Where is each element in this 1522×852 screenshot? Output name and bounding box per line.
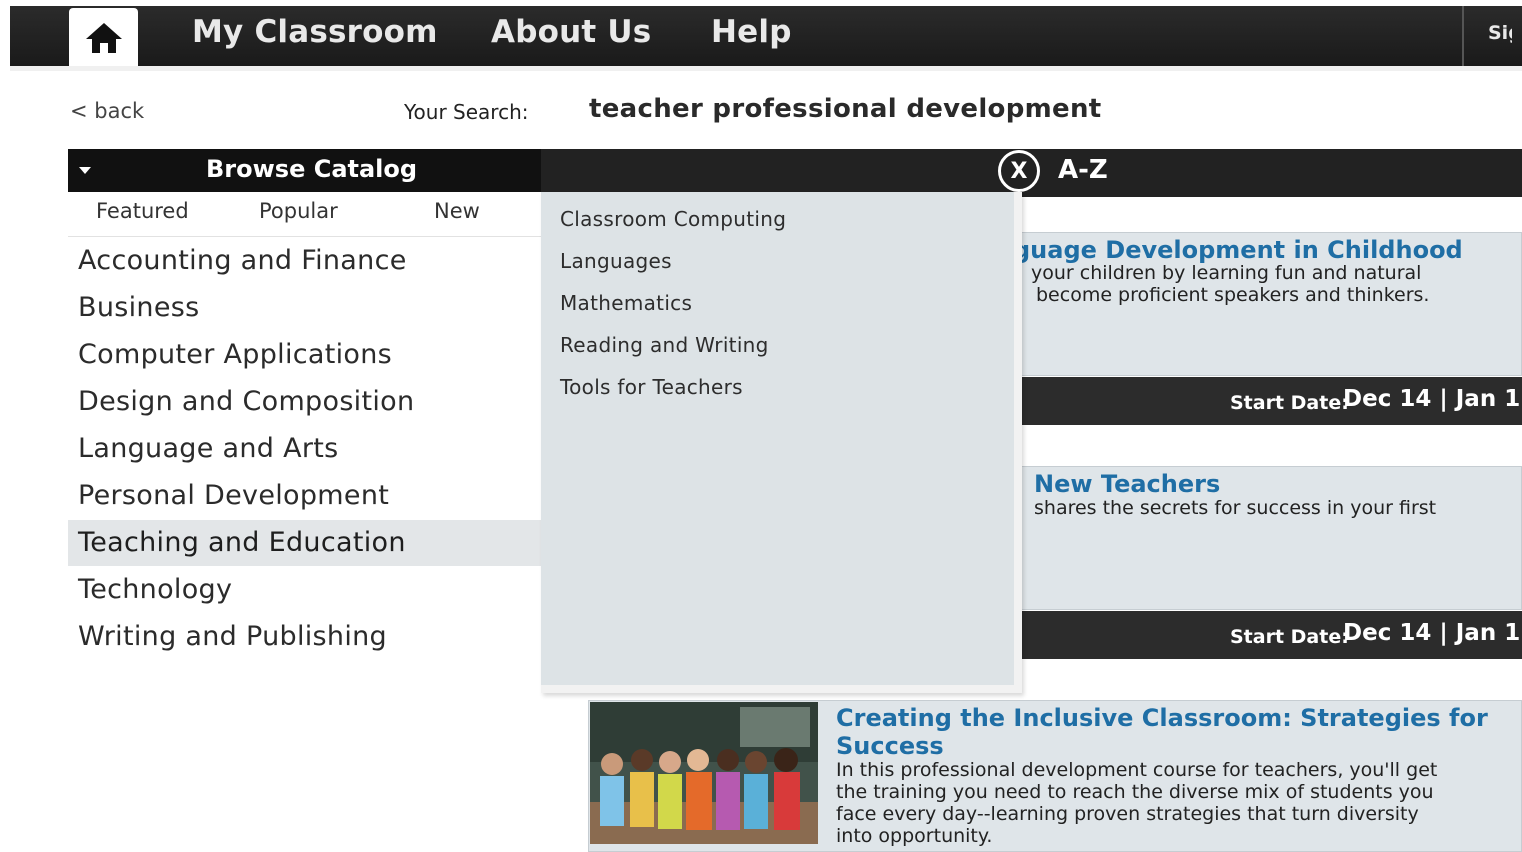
course-description: the training you need to reach the diver… bbox=[836, 781, 1434, 803]
tab-new[interactable]: New bbox=[434, 199, 480, 223]
tab-popular[interactable]: Popular bbox=[259, 199, 338, 223]
subcategory-languages[interactable]: Languages bbox=[560, 249, 672, 273]
az-toggle[interactable]: A-Z bbox=[1058, 155, 1108, 185]
subcategory-panel: Classroom Computing Languages Mathematic… bbox=[541, 192, 1022, 693]
category-technology[interactable]: Technology bbox=[68, 567, 541, 613]
browse-catalog-title[interactable]: Browse Catalog bbox=[206, 155, 417, 183]
back-link[interactable]: < back bbox=[70, 99, 144, 123]
start-date-label: Start Date: bbox=[1230, 392, 1349, 414]
course-description: your children by learning fun and natura… bbox=[1031, 262, 1422, 284]
nav-about-us[interactable]: About Us bbox=[491, 14, 651, 50]
tab-featured[interactable]: Featured bbox=[96, 199, 189, 223]
home-icon bbox=[85, 23, 122, 53]
classroom-kids-image bbox=[590, 702, 818, 844]
top-nav-bar: My Classroom About Us Help Sign bbox=[10, 6, 1522, 68]
course-thumbnail-image[interactable] bbox=[590, 702, 818, 844]
home-button[interactable] bbox=[69, 8, 138, 68]
course-title[interactable]: Creating the Inclusive Classroom: Strate… bbox=[836, 704, 1488, 732]
subcategory-mathematics[interactable]: Mathematics bbox=[560, 291, 692, 315]
nav-my-classroom[interactable]: My Classroom bbox=[192, 14, 438, 50]
sign-in-link[interactable]: Sign bbox=[1488, 22, 1512, 44]
subcategory-tools-for-teachers[interactable]: Tools for Teachers bbox=[560, 375, 743, 399]
start-date-values[interactable]: Dec 14 | Jan 1 bbox=[1343, 620, 1520, 646]
category-teaching-education[interactable]: Teaching and Education bbox=[68, 520, 541, 566]
course-description: In this professional development course … bbox=[836, 759, 1438, 781]
subcategory-reading-writing[interactable]: Reading and Writing bbox=[560, 333, 769, 357]
close-catalog-button[interactable]: X bbox=[998, 150, 1040, 192]
category-computer-applications[interactable]: Computer Applications bbox=[68, 332, 541, 378]
category-writing-publishing[interactable]: Writing and Publishing bbox=[68, 614, 541, 660]
course-description: shares the secrets for success in your f… bbox=[1034, 497, 1437, 519]
nav-divider bbox=[1462, 6, 1464, 66]
category-language-arts[interactable]: Language and Arts bbox=[68, 426, 541, 472]
close-icon: X bbox=[1010, 158, 1028, 184]
course-title[interactable]: guage Development in Childhood bbox=[1013, 236, 1463, 264]
category-accounting-finance[interactable]: Accounting and Finance bbox=[68, 238, 541, 284]
start-date-values[interactable]: Dec 14 | Jan 1 bbox=[1343, 386, 1520, 412]
category-personal-development[interactable]: Personal Development bbox=[68, 473, 541, 519]
nav-help[interactable]: Help bbox=[711, 14, 792, 50]
search-label: Your Search: bbox=[404, 100, 529, 124]
course-description: face every day--learning proven strategi… bbox=[836, 803, 1419, 825]
nav-underline bbox=[10, 66, 1522, 71]
course-description: become proficient speakers and thinkers. bbox=[1036, 284, 1430, 306]
category-business[interactable]: Business bbox=[68, 285, 541, 331]
course-description: into opportunity. bbox=[836, 825, 993, 847]
category-design-composition[interactable]: Design and Composition bbox=[68, 379, 541, 425]
start-date-label: Start Date: bbox=[1230, 626, 1349, 648]
subcategory-classroom-computing[interactable]: Classroom Computing bbox=[560, 207, 786, 231]
course-title[interactable]: New Teachers bbox=[1034, 470, 1220, 498]
subtab-divider bbox=[68, 236, 541, 237]
course-title[interactable]: Success bbox=[836, 732, 944, 760]
caret-down-icon[interactable] bbox=[79, 167, 91, 174]
search-query: teacher professional development bbox=[589, 94, 1102, 124]
